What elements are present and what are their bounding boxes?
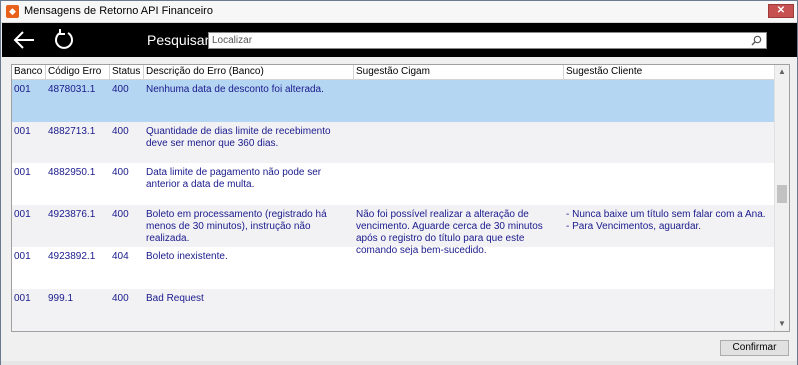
cell-descricao: Nenhuma data de desconto foi alterada. [146,84,324,95]
table-row[interactable]: 001 4882713.1 400 Quantidade de dias lim… [12,122,776,163]
cell-codigo: 4882950.1 [48,167,96,178]
table-row[interactable]: 001 4878031.1 400 Nenhuma data de descon… [12,80,776,122]
cell-banco: 001 [14,209,31,220]
title-bar: ◆ Mensagens de Retorno API Financeiro ✕ [1,1,797,23]
cell-codigo: 4878031.1 [48,84,96,95]
column-header-sugestao-cliente[interactable]: Sugestão Cliente [564,65,776,79]
cell-descricao: Boleto inexistente. [146,251,228,262]
cell-status: 404 [112,251,129,262]
cell-status: 400 [112,84,129,95]
cell-sugestao-cliente: - Nunca baixe um título sem falar com a … [566,209,766,232]
table-row[interactable]: 001 4923876.1 400 Boleto em processament… [12,205,776,256]
back-button[interactable] [12,29,36,51]
search-label: Pesquisar [147,32,210,48]
app-icon: ◆ [6,5,19,18]
column-header-codigo[interactable]: Código Erro [46,65,110,79]
cell-banco: 001 [14,293,31,304]
grid-header: Banco Código Erro Status Descrição do Er… [12,65,776,80]
cell-descricao: Quantidade de dias limite de recebimento… [146,126,331,149]
cell-status: 400 [112,293,129,304]
cell-banco: 001 [14,126,31,137]
table-row[interactable]: 001 999.1 400 Bad Request [12,289,776,331]
scrollbar-thumb[interactable] [777,185,787,203]
toolbar: Pesquisar [2,23,797,57]
cell-status: 400 [112,126,129,137]
scroll-down-icon[interactable]: ▼ [775,317,789,331]
cell-codigo: 4923876.1 [48,209,96,220]
cell-codigo: 4923892.1 [48,251,96,262]
table-row[interactable]: 001 4923892.1 404 Boleto inexistente. [12,247,776,289]
messages-grid[interactable]: Banco Código Erro Status Descrição do Er… [11,64,790,332]
cell-banco: 001 [14,84,31,95]
column-header-sugestao-cigam[interactable]: Sugestão Cigam [354,65,564,79]
search-input[interactable] [212,34,742,47]
cell-codigo: 4882713.1 [48,126,96,137]
scroll-up-icon[interactable]: ▲ [775,65,789,79]
cell-codigo: 999.1 [48,293,74,304]
column-header-status[interactable]: Status [110,65,144,79]
cell-banco: 001 [14,251,31,262]
cell-descricao: Data limite de pagamento não pode ser an… [146,167,322,190]
column-header-banco[interactable]: Banco [12,65,46,79]
refresh-icon [55,29,73,49]
grid-body: 001 4878031.1 400 Nenhuma data de descon… [12,80,776,331]
app-window: ◆ Mensagens de Retorno API Financeiro ✕ … [0,0,798,365]
cell-status: 400 [112,167,129,178]
cell-descricao: Bad Request [146,293,204,304]
table-row[interactable]: 001 4882950.1 400 Data limite de pagamen… [12,163,776,205]
column-header-descricao[interactable]: Descrição do Erro (Banco) [144,65,354,79]
cell-descricao: Boleto em processamento (registrado há m… [146,209,327,244]
search-box[interactable] [208,32,767,49]
window-title: Mensagens de Retorno API Financeiro [24,5,213,17]
search-icon[interactable] [751,35,762,46]
close-icon: ✕ [776,5,786,16]
arrow-left-icon [13,31,34,49]
bottom-strip [1,361,797,365]
vertical-scrollbar[interactable]: ▲ ▼ [774,65,789,331]
cell-banco: 001 [14,167,31,178]
refresh-button[interactable] [52,28,76,52]
cell-status: 400 [112,209,129,220]
confirm-button[interactable]: Confirmar [720,340,789,356]
close-button[interactable]: ✕ [768,4,794,18]
